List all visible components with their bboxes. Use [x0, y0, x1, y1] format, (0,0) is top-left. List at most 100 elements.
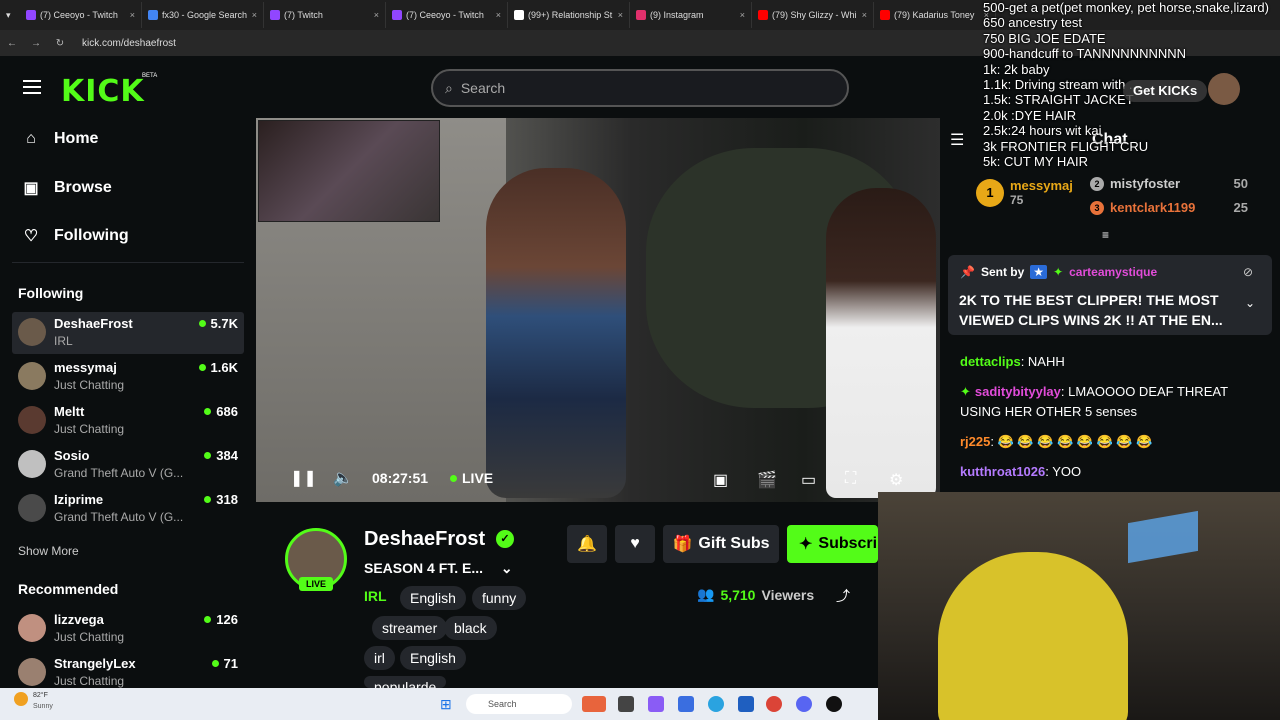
rank-3-badge-icon: 3	[1090, 200, 1104, 215]
chat-message: kutthroat1026: YOO	[960, 462, 1260, 482]
search-icon: ⌕	[445, 79, 453, 96]
expand-pinned-icon[interactable]: ⌄	[1245, 296, 1255, 310]
clip-icon[interactable]: 🎬	[757, 470, 777, 490]
browser-tab[interactable]: (7) Ceeoyo - Twitch ×	[386, 2, 508, 28]
live-indicator: LIVE	[450, 470, 493, 486]
rank-1-badge-icon: 1	[976, 178, 1004, 207]
chat-message: ✦ saditybityylay: LMAOOOO DEAF THREAT USI…	[960, 382, 1260, 422]
url-field[interactable]: kick.com/deshaefrost	[82, 38, 176, 49]
leaderboard-entry[interactable]: 1 messymaj 75	[976, 178, 1073, 207]
sidebar-channel-sosio[interactable]: Sosio Grand Theft Auto V (G... 384	[12, 444, 244, 486]
tab-close-icon[interactable]: ×	[374, 10, 379, 20]
fullscreen-icon[interactable]: ⛶	[845, 470, 856, 488]
tab-close-icon[interactable]: ×	[740, 10, 745, 20]
tab-close-icon[interactable]: ×	[130, 10, 135, 20]
store-icon[interactable]	[738, 696, 754, 712]
expand-leaderboard-icon[interactable]: ≡	[1102, 228, 1109, 242]
tab-close-icon[interactable]: ×	[496, 10, 501, 20]
chevron-down-icon[interactable]: ⌄	[501, 560, 513, 576]
taskbar-app-icon[interactable]	[582, 696, 606, 712]
leaderboard-entry[interactable]: 2 mistyfoster 50	[1090, 176, 1248, 191]
browser-tab[interactable]: (99+) Relationship St ×	[508, 2, 630, 28]
weather-icon[interactable]	[14, 692, 28, 706]
share-icon[interactable]: ⤴	[836, 586, 850, 606]
photos-icon[interactable]	[678, 696, 694, 712]
discord-icon[interactable]	[796, 696, 812, 712]
sidebar-channel-deshaefrost[interactable]: DeshaeFrost IRL 5.7K	[12, 312, 244, 354]
heart-icon: ♥	[630, 535, 640, 552]
notify-button[interactable]: 🔔	[567, 525, 607, 563]
get-kicks-button[interactable]: Get KICKs	[1123, 80, 1208, 102]
collapse-chat-icon[interactable]: ☰	[950, 130, 964, 150]
miniplayer-icon[interactable]: ▣	[713, 470, 728, 490]
leaderboard-entry[interactable]: 3 kentclark1199 25	[1090, 200, 1248, 215]
taskbar-search-label: Search	[488, 699, 517, 709]
channel-viewers-value: 686	[216, 404, 238, 419]
file-explorer-icon[interactable]	[618, 696, 634, 712]
tab-close-icon[interactable]: ×	[618, 10, 623, 20]
reload-icon[interactable]: ↻	[48, 38, 72, 49]
stream-tag[interactable]: streamer	[372, 616, 448, 640]
tab-menu-icon[interactable]: ▾	[6, 10, 20, 21]
category-link[interactable]: IRL	[364, 588, 387, 604]
video-player[interactable]: ❚❚ 🔈 08:27:51 LIVE ▣ 🎬 ▭ ⛶ ⚙	[256, 118, 940, 502]
show-more-link[interactable]: Show More	[18, 544, 79, 558]
channel-avatar	[18, 406, 46, 434]
channel-name[interactable]: DeshaeFrost	[364, 528, 485, 551]
pause-icon[interactable]: ❚❚	[290, 468, 317, 488]
sidebar-channel-messymaj[interactable]: messymaj Just Chatting 1.6K	[12, 356, 244, 398]
chat-username[interactable]: kutthroat1026	[960, 464, 1045, 479]
browser-tab[interactable]: (7) Ceeoyo - Twitch ×	[20, 2, 142, 28]
browser-tab[interactable]: (9) Instagram ×	[630, 2, 752, 28]
volume-icon[interactable]: 🔈	[333, 468, 353, 488]
sidebar-channel-iziprime[interactable]: Iziprime Grand Theft Auto V (G... 318	[12, 488, 244, 530]
edge-icon[interactable]	[708, 696, 724, 712]
theater-mode-icon[interactable]: ▭	[801, 470, 816, 490]
pinned-text: 2K TO THE BEST CLIPPER! THE MOST VIEWED …	[959, 292, 1223, 328]
tab-close-icon[interactable]: ×	[252, 10, 257, 20]
sidebar-recommended-lizzvega[interactable]: lizzvega Just Chatting 126	[12, 608, 244, 650]
user-avatar[interactable]	[1208, 73, 1240, 105]
stream-tag[interactable]: funny	[472, 586, 527, 610]
follow-button[interactable]: ♥	[615, 525, 655, 563]
sidebar-nav-browse[interactable]: ▣ Browse	[22, 178, 111, 198]
following-section-title: Following	[18, 285, 84, 301]
browser-tab[interactable]: (79) Kadarius Toney ×	[874, 2, 996, 28]
chat-username[interactable]: dettaclips	[960, 354, 1021, 369]
subscribe-button[interactable]: ✦ Subscri	[787, 525, 878, 563]
stream-tag[interactable]: black	[444, 616, 497, 640]
channel-name: Sosio	[54, 448, 90, 463]
obs-icon[interactable]	[826, 696, 842, 712]
back-icon[interactable]: ←	[0, 38, 24, 49]
stream-tag[interactable]: English	[400, 646, 466, 670]
stream-tag[interactable]: English	[400, 586, 466, 610]
chat-username[interactable]: rj225	[960, 434, 990, 449]
settings-icon[interactable]: ⚙	[889, 470, 903, 490]
chrome-icon[interactable]	[766, 696, 782, 712]
gift-subs-button[interactable]: 🎁 Gift Subs	[663, 525, 779, 563]
forward-icon[interactable]: →	[24, 38, 48, 49]
stream-tag[interactable]: popularde	[364, 676, 447, 688]
browser-tab[interactable]: (7) Twitch ×	[264, 2, 386, 28]
menu-icon[interactable]	[23, 80, 41, 94]
sidebar-nav-following[interactable]: ♡ Following	[22, 226, 129, 246]
pinned-user[interactable]: carteamystique	[1069, 265, 1157, 279]
tab-title: (79) Shy Glizzy - Whi	[772, 10, 857, 20]
taskbar-search[interactable]: Search	[466, 694, 572, 714]
sidebar-nav-home[interactable]: ⌂ Home	[22, 130, 98, 148]
kick-logo[interactable]: KICK	[61, 74, 145, 109]
stream-goal-item: 2.0k :DYE HAIR	[983, 107, 1077, 123]
channel-category: Just Chatting	[54, 422, 125, 436]
search-input[interactable]: ⌕ Search	[431, 69, 849, 107]
unpin-icon[interactable]: ⊘	[1243, 265, 1253, 279]
chat-username[interactable]: saditybityylay	[975, 384, 1061, 399]
browser-tab[interactable]: (79) Shy Glizzy - Whi ×	[752, 2, 874, 28]
tab-favicon-icon	[26, 10, 36, 20]
copilot-icon[interactable]	[648, 696, 664, 712]
windows-start-icon[interactable]: ⊞	[440, 696, 452, 713]
browser-tab[interactable]: fx30 - Google Search ×	[142, 2, 264, 28]
pinned-sent-by: Sent by	[980, 265, 1025, 279]
stream-tag[interactable]: irl	[364, 646, 395, 670]
tab-close-icon[interactable]: ×	[862, 10, 867, 20]
sidebar-channel-meltt[interactable]: Meltt Just Chatting 686	[12, 400, 244, 442]
